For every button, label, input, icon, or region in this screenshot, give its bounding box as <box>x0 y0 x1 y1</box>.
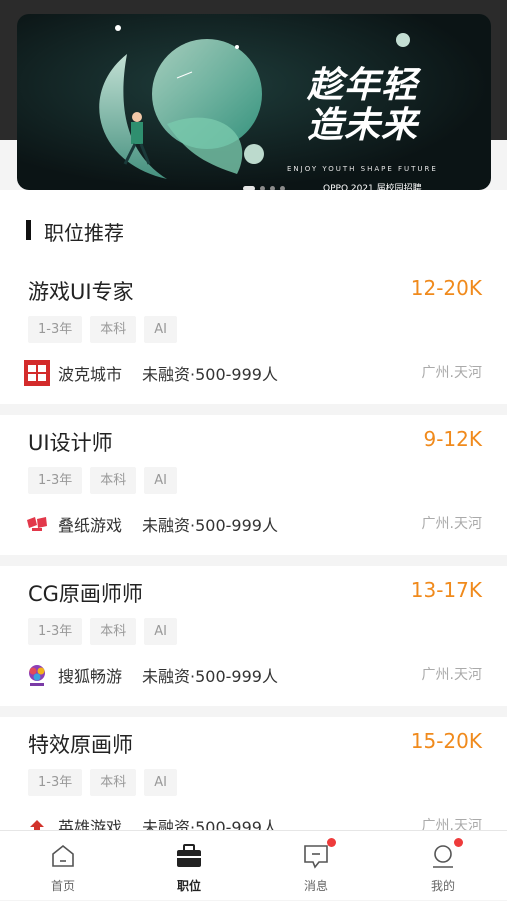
job-card[interactable]: 游戏UI专家 12-20K 1-3年 本科 AI 波克城市 未融资·500-99… <box>0 264 507 404</box>
section-title-bar <box>26 220 31 240</box>
section-title: 职位推荐 <box>44 221 124 245</box>
tab-messages[interactable]: 消息 <box>253 831 379 901</box>
tab-label: 我的 <box>430 879 455 893</box>
promo-banner[interactable]: 趁年轻 造未来 ENJOY YOUTH SHAPE FUTURE OPPO 20… <box>17 14 491 190</box>
job-tag-field: AI <box>144 769 177 796</box>
profile-badge <box>454 838 463 847</box>
job-tag-field: AI <box>144 467 177 494</box>
company-meta: 未融资·500-999人 <box>142 667 278 686</box>
company-info: 叠纸游戏 未融资·500-999人 <box>24 511 278 537</box>
tab-profile[interactable]: 我的 <box>380 831 506 901</box>
job-tag-experience: 1-3年 <box>28 769 83 796</box>
briefcase-icon <box>177 844 201 867</box>
job-title: CG原画师师 <box>28 582 143 606</box>
job-location: 广州.天河 <box>421 667 482 683</box>
company-info: 搜狐畅游 未融资·500-999人 <box>24 662 278 688</box>
home-icon <box>52 844 74 867</box>
job-tag-field: AI <box>144 316 177 343</box>
papergames-logo <box>24 511 50 537</box>
job-tag-experience: 1-3年 <box>28 618 83 645</box>
job-salary: 12-20K <box>410 276 482 300</box>
message-icon <box>304 845 328 869</box>
tab-home[interactable]: 首页 <box>0 831 126 901</box>
job-tag-field: AI <box>144 618 177 645</box>
job-tags: 1-3年 本科 AI <box>28 316 177 343</box>
company-info: 波克城市 未融资·500-999人 <box>24 360 278 386</box>
tab-label: 消息 <box>303 879 328 893</box>
job-title: 游戏UI专家 <box>28 280 134 304</box>
tab-label: 职位 <box>176 879 201 893</box>
job-location: 广州.天河 <box>421 365 482 381</box>
job-tag-education: 本科 <box>90 316 137 343</box>
tab-jobs[interactable]: 职位 <box>126 831 252 901</box>
job-tags: 1-3年 本科 AI <box>28 618 177 645</box>
banner-subtitle: ENJOY YOUTH SHAPE FUTURE <box>287 165 438 173</box>
company-name: 搜狐畅游 <box>58 667 123 686</box>
company-name: 叠纸游戏 <box>58 516 123 535</box>
company-meta: 未融资·500-999人 <box>142 365 278 384</box>
job-salary: 9-12K <box>423 427 482 451</box>
job-tags: 1-3年 本科 AI <box>28 769 177 796</box>
job-tag-education: 本科 <box>90 467 137 494</box>
job-title: UI设计师 <box>28 431 113 455</box>
job-card[interactable]: UI设计师 9-12K 1-3年 本科 AI 叠纸游戏 未融资·500-999人… <box>0 415 507 555</box>
job-salary: 13-17K <box>410 578 482 602</box>
job-card[interactable]: CG原画师师 13-17K 1-3年 本科 AI 搜狐畅游 未融资·500-99… <box>0 566 507 706</box>
job-salary: 15-20K <box>410 729 482 753</box>
job-tag-education: 本科 <box>90 618 137 645</box>
job-tag-education: 本科 <box>90 769 137 796</box>
job-title: 特效原画师 <box>28 733 133 757</box>
section-header: 职位推荐 <box>0 190 507 264</box>
bokecity-logo <box>24 360 50 386</box>
company-meta: 未融资·500-999人 <box>142 516 278 535</box>
job-tags: 1-3年 本科 AI <box>28 467 177 494</box>
company-name: 波克城市 <box>58 365 123 384</box>
job-tag-experience: 1-3年 <box>28 467 83 494</box>
profile-icon <box>433 845 453 868</box>
message-badge <box>327 838 336 847</box>
changyou-logo <box>24 662 50 688</box>
banner-title: 趁年轻 造未来 <box>307 65 419 146</box>
job-location: 广州.天河 <box>421 516 482 532</box>
job-tag-experience: 1-3年 <box>28 316 83 343</box>
bottom-tab-bar: 首页 职位 消息 我的 <box>0 830 507 900</box>
banner-campaign: OPPO 2021 届校园招聘 <box>323 184 422 190</box>
job-recommendations: 职位推荐 游戏UI专家 12-20K 1-3年 本科 AI 波克城市 未融资·5… <box>0 190 507 857</box>
tab-label: 首页 <box>50 879 75 893</box>
